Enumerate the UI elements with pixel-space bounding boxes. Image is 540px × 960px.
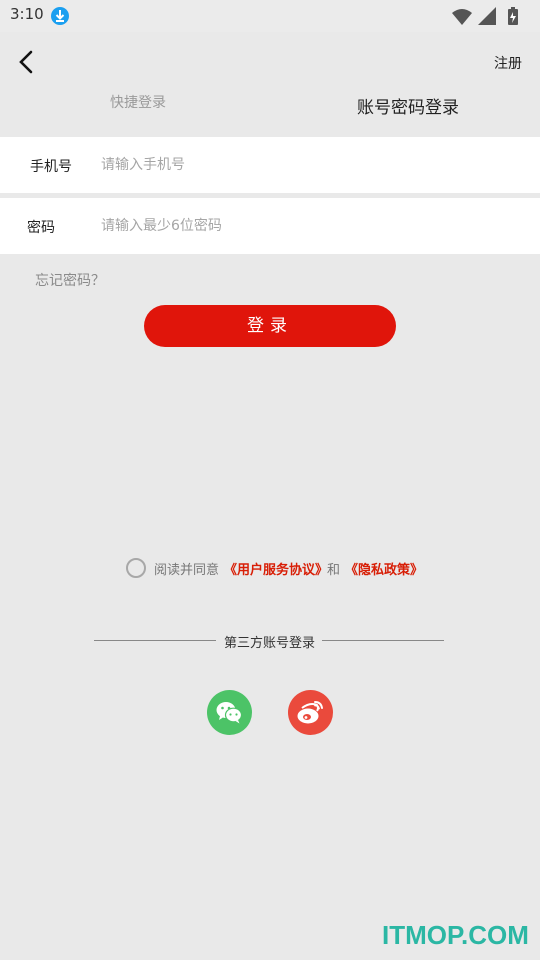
tab-quick-login[interactable]: 快捷登录 xyxy=(110,92,166,112)
agreement-prefix: 阅读并同意 xyxy=(154,563,220,578)
wechat-login-button[interactable] xyxy=(207,690,252,735)
password-label: 密码 xyxy=(27,220,55,236)
agreement-checkbox[interactable] xyxy=(126,558,146,578)
phone-row: 手机号 xyxy=(0,137,540,193)
weibo-icon xyxy=(297,701,323,724)
third-party-label: 第三方账号登录 xyxy=(224,636,316,651)
divider-line-right xyxy=(322,640,444,641)
divider-line-left xyxy=(94,640,216,641)
register-link[interactable]: 注册 xyxy=(494,53,522,73)
weibo-login-button[interactable] xyxy=(288,690,333,735)
forgot-password-link[interactable]: 忘记密码？ xyxy=(35,270,105,290)
watermark: ITMOP.COM xyxy=(382,920,529,950)
header: 注册 快捷登录 账号密码登录 xyxy=(0,32,540,136)
agreement-and: 和 xyxy=(327,563,341,578)
wechat-icon xyxy=(216,702,243,724)
password-input[interactable] xyxy=(101,212,501,240)
status-bar: 3:10 xyxy=(0,0,540,32)
back-arrow-icon[interactable] xyxy=(14,48,40,76)
privacy-policy-link[interactable]: 《隐私政策》 xyxy=(345,559,423,578)
login-button[interactable]: 登录 xyxy=(144,305,396,347)
status-icons xyxy=(452,7,518,25)
download-icon xyxy=(51,7,69,25)
signal-icon xyxy=(478,7,496,25)
status-time: 3:10 xyxy=(10,5,44,23)
user-terms-link[interactable]: 《用户服务协议》 xyxy=(224,559,328,578)
wifi-icon xyxy=(452,9,472,25)
phone-label: 手机号 xyxy=(30,159,72,175)
tab-account-login[interactable]: 账号密码登录 xyxy=(357,93,459,118)
password-row: 密码 xyxy=(0,198,540,254)
phone-input[interactable] xyxy=(101,151,501,179)
battery-icon xyxy=(508,7,518,25)
